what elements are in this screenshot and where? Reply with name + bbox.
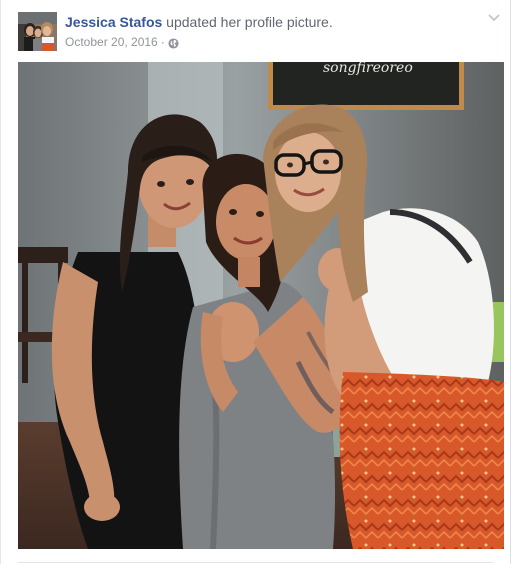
story-footer-divider: [18, 562, 493, 563]
author-avatar[interactable]: [18, 12, 57, 51]
profile-picture-photo[interactable]: songfireoreo: [18, 62, 504, 549]
chevron-down-icon[interactable]: [486, 11, 502, 23]
story-action-text: updated her profile picture.: [162, 14, 333, 30]
story-meta: October 20, 2016 ·: [65, 34, 179, 50]
feed-story: Jessica Stafos updated her profile pictu…: [0, 0, 511, 564]
chalkboard-text: songfireoreo: [323, 62, 413, 76]
author-name-link[interactable]: Jessica Stafos: [65, 14, 162, 30]
story-headline: Jessica Stafos updated her profile pictu…: [65, 13, 465, 31]
globe-icon[interactable]: [168, 37, 179, 49]
post-timestamp-link[interactable]: October 20, 2016: [65, 34, 158, 50]
meta-separator: ·: [160, 35, 165, 49]
